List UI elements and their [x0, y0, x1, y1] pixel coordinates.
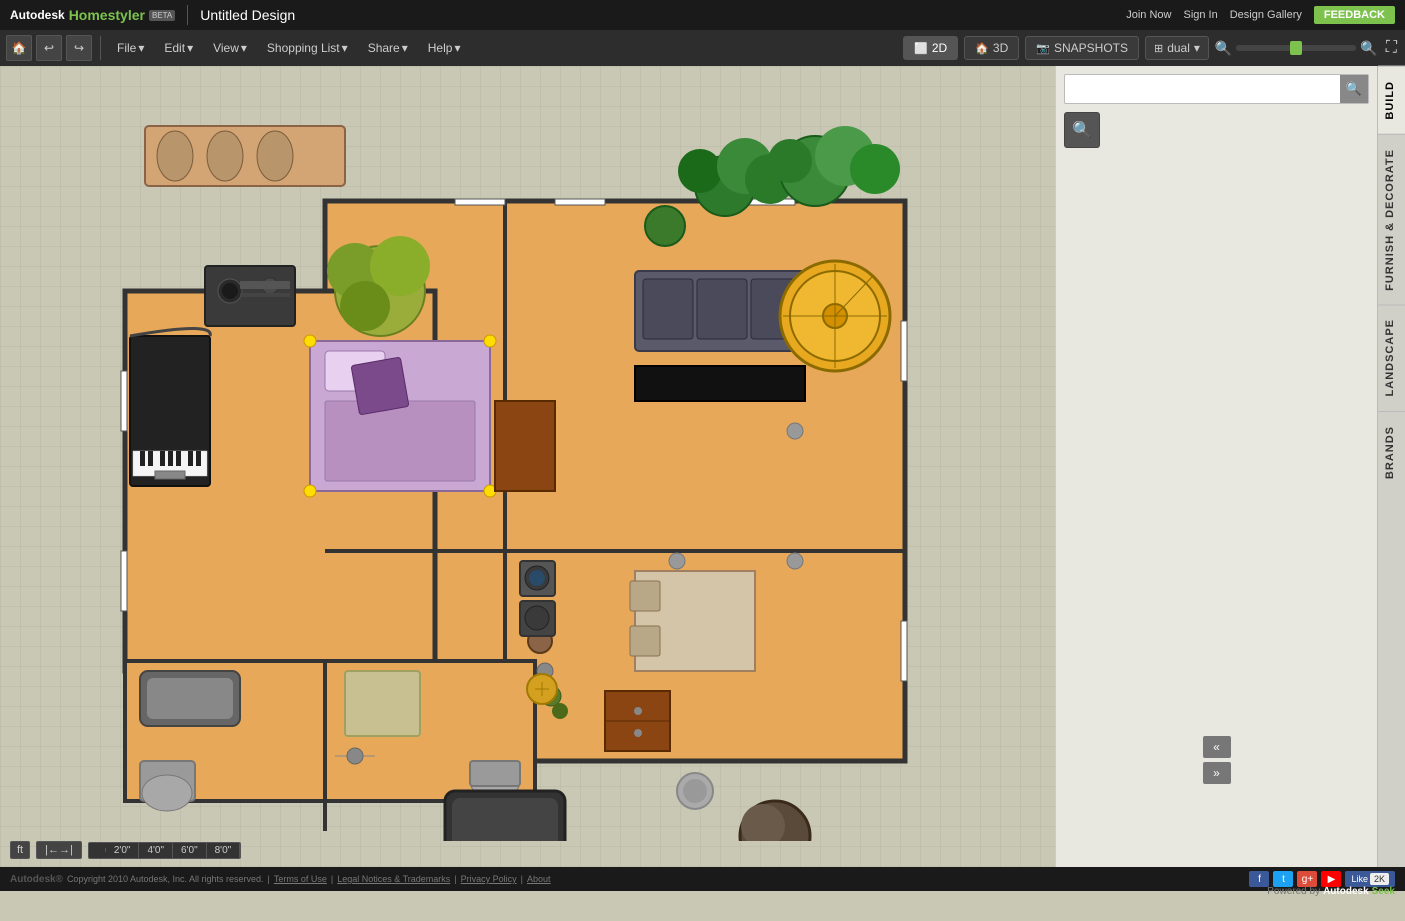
measure-icon: |←→| [45, 844, 73, 856]
tab-furnish[interactable]: FURNISH & DECORATE [1378, 134, 1405, 305]
powered-by: Powered by Autodesk Seek [1267, 886, 1395, 897]
help-menu[interactable]: Help ▾ [420, 37, 469, 59]
separator4: | [521, 874, 523, 884]
panel-arrows: « » [1064, 728, 1369, 792]
measure-button[interactable]: |←→| [36, 841, 82, 859]
view-menu[interactable]: View ▾ [205, 37, 255, 59]
autodesk-logo: Autodesk [10, 8, 65, 22]
design-gallery-link[interactable]: Design Gallery [1230, 9, 1302, 21]
side-content: 🔍 🔍 « » [1056, 66, 1377, 867]
homestyler-logo: Homestyler [69, 7, 145, 23]
footer-left: Autodesk® Copyright 2010 Autodesk, Inc. … [10, 874, 551, 885]
shopping-list-menu[interactable]: Shopping List ▾ [259, 37, 356, 59]
like-label: Like [1351, 874, 1368, 884]
legal-link[interactable]: Legal Notices & Trademarks [337, 874, 450, 884]
tab-brands[interactable]: BRANDS [1378, 411, 1405, 493]
zoom-bar: 🔍 🔍 [1215, 40, 1378, 57]
terms-link[interactable]: Terms of Use [274, 874, 327, 884]
scale-bar: 2'0" 4'0" 6'0" 8'0" [88, 842, 241, 859]
tab-build[interactable]: BUILD [1378, 66, 1405, 134]
undo-button[interactable]: ↩ [36, 35, 62, 61]
toolbar: 🏠 ↩ ↪ File ▾ Edit ▾ View ▾ Shopping List… [0, 30, 1405, 66]
right-panel: 🔍 🔍 « » BUILD FURNISH & DECORATE LANDSCA… [1055, 66, 1405, 867]
sign-in-link[interactable]: Sign In [1183, 9, 1217, 21]
scale-mark-2: 4'0" [139, 843, 173, 858]
like-count: 2K [1370, 873, 1389, 885]
panel-expand-button[interactable]: » [1203, 762, 1231, 784]
separator3: | [454, 874, 456, 884]
powered-seek: Seek [1372, 886, 1395, 897]
separator1: | [268, 874, 270, 884]
twitter-icon[interactable]: t [1273, 871, 1293, 887]
youtube-icon[interactable]: ▶ [1321, 871, 1341, 887]
side-tabs: BUILD FURNISH & DECORATE LANDSCAPE BRAND… [1377, 66, 1405, 867]
top-bar-right: Join Now Sign In Design Gallery FEEDBACK [1126, 6, 1395, 24]
footer: Autodesk® Copyright 2010 Autodesk, Inc. … [0, 867, 1405, 891]
bottom-controls: ft |←→| 2'0" 4'0" 6'0" 8'0" [10, 841, 241, 859]
toolbar-separator [100, 36, 101, 60]
search-submit-button[interactable]: 🔍 [1340, 75, 1368, 103]
design-title[interactable]: Untitled Design [200, 7, 295, 23]
autodesk-footer-logo: Autodesk® [10, 874, 63, 885]
like-button[interactable]: Like 2K [1345, 871, 1395, 887]
search-standalone-button[interactable]: 🔍 [1064, 112, 1100, 148]
feedback-button[interactable]: FEEDBACK [1314, 6, 1395, 24]
floor-plan[interactable] [15, 71, 975, 841]
divider [187, 5, 188, 25]
top-bar: Autodesk Homestyler BETA Untitled Design… [0, 0, 1405, 30]
separator2: | [331, 874, 333, 884]
scale-mark-4: 8'0" [207, 843, 241, 858]
scale-mark-0 [89, 848, 106, 852]
canvas-area[interactable]: ft |←→| 2'0" 4'0" 6'0" 8'0" [0, 66, 1055, 867]
zoom-out-icon[interactable]: 🔍 [1215, 40, 1232, 57]
dual-button[interactable]: ⊞ dual ▾ [1145, 36, 1209, 60]
view-2d-button[interactable]: ⬜ 2D [903, 36, 958, 60]
home-button[interactable]: 🏠 [6, 35, 32, 61]
scale-mark-1: 2'0" [106, 843, 140, 858]
about-link[interactable]: About [527, 874, 551, 884]
beta-badge: BETA [149, 10, 175, 21]
unit-button[interactable]: ft [10, 841, 30, 859]
search-box-container: 🔍 [1064, 74, 1369, 104]
tab-landscape[interactable]: LANDSCAPE [1378, 304, 1405, 410]
file-menu[interactable]: File ▾ [109, 37, 152, 59]
fullscreen-button[interactable]: ⛶ [1384, 37, 1399, 59]
scale-mark-3: 6'0" [173, 843, 207, 858]
share-menu[interactable]: Share ▾ [360, 37, 416, 59]
top-bar-left: Autodesk Homestyler BETA Untitled Design [10, 5, 295, 25]
facebook-icon[interactable]: f [1249, 871, 1269, 887]
search-input[interactable] [1065, 78, 1340, 100]
view-3d-button[interactable]: 🏠 3D [964, 36, 1019, 60]
panel-collapse-button[interactable]: « [1203, 736, 1231, 758]
privacy-link[interactable]: Privacy Policy [461, 874, 517, 884]
edit-menu[interactable]: Edit ▾ [156, 37, 201, 59]
powered-text: Powered by [1267, 886, 1320, 897]
social-icons: f t g+ ▶ Like 2K [1249, 871, 1395, 887]
zoom-slider[interactable] [1236, 45, 1356, 51]
redo-button[interactable]: ↪ [66, 35, 92, 61]
zoom-in-icon[interactable]: 🔍 [1360, 40, 1377, 57]
powered-autodesk: Autodesk [1323, 886, 1369, 897]
googleplus-icon[interactable]: g+ [1297, 871, 1317, 887]
snapshots-button[interactable]: 📷 SNAPSHOTS [1025, 36, 1139, 60]
join-now-link[interactable]: Join Now [1126, 9, 1171, 21]
copyright-text: Copyright 2010 Autodesk, Inc. All rights… [67, 874, 264, 884]
zoom-thumb[interactable] [1290, 41, 1302, 55]
toolbar-right: ⬜ 2D 🏠 3D 📷 SNAPSHOTS ⊞ dual ▾ 🔍 🔍 ⛶ [903, 36, 1399, 60]
